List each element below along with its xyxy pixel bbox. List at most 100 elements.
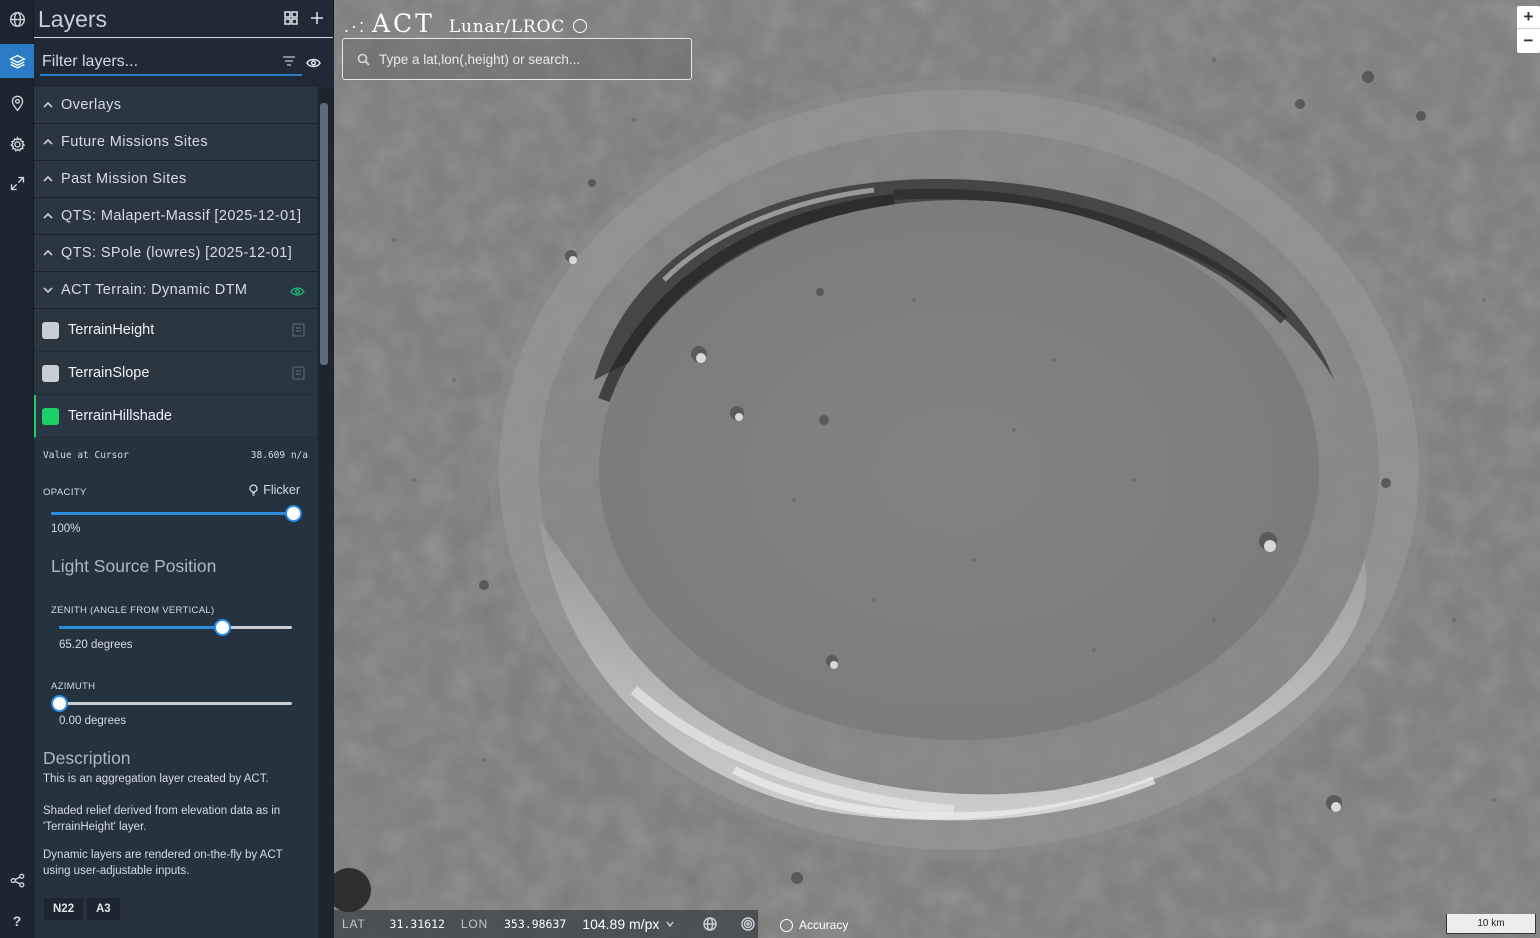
zenith-slider-fill	[59, 626, 223, 629]
app-brand: .·: ACT Lunar/LROC	[344, 9, 588, 38]
layers-panel: Layers Overlays	[34, 0, 334, 938]
layer-group-overlays[interactable]: Overlays	[34, 87, 317, 124]
value-at-cursor-label: Value at Cursor	[43, 450, 129, 461]
lat-value: 31.31612	[389, 917, 445, 931]
chevron-down-icon	[42, 284, 54, 296]
sublayer-label: TerrainHillshade	[68, 408, 172, 424]
accuracy-icon	[780, 918, 793, 932]
azimuth-slider[interactable]	[51, 695, 292, 712]
azimuth-slider-knob[interactable]	[51, 695, 68, 712]
zoom-out-button[interactable]: −	[1517, 29, 1540, 52]
target-icon[interactable]	[741, 917, 756, 931]
accuracy-label: Accuracy	[799, 918, 849, 932]
zoom-control: + −	[1517, 6, 1540, 53]
add-icon[interactable]	[309, 10, 325, 26]
map-view[interactable]: .·: ACT Lunar/LROC + − LAT 31.31612 LON …	[334, 0, 1540, 938]
lon-value: 353.98637	[504, 917, 567, 931]
layer-group-label: Overlays	[61, 97, 122, 113]
layer-group-label: Past Mission Sites	[61, 171, 187, 187]
filter-row	[34, 39, 334, 87]
search-icon	[357, 53, 370, 66]
expand-icon[interactable]	[0, 166, 34, 200]
flicker-label: Flicker	[263, 483, 300, 497]
panel-title: Layers	[38, 6, 108, 32]
lightbulb-icon	[249, 484, 258, 496]
gear-icon[interactable]	[0, 127, 34, 161]
layers-icon[interactable]	[0, 44, 34, 78]
layer-group-label: ACT Terrain: Dynamic DTM	[61, 282, 248, 298]
chevron-up-icon	[42, 99, 54, 111]
light-source-title: Light Source Position	[51, 556, 217, 576]
layer-group-future-missions[interactable]: Future Missions Sites	[34, 124, 317, 161]
map-scale-value[interactable]: 104.89 m/px	[582, 916, 659, 932]
accuracy-toggle[interactable]: Accuracy	[780, 918, 848, 932]
location-search-input[interactable]	[379, 49, 679, 69]
chevron-up-icon	[42, 136, 54, 148]
lon-label: LON	[460, 917, 488, 931]
tag-badge: N22	[44, 898, 84, 920]
mission-name[interactable]: Lunar/LROC	[449, 17, 565, 37]
filter-icon[interactable]	[282, 54, 296, 68]
layer-info-icon[interactable]	[292, 323, 305, 337]
layer-settings: Value at Cursor 38.609 n/a OPACITY Flick…	[34, 438, 317, 938]
layer-group-qts-malapert[interactable]: QTS: Malapert-Massif [2025-12-01]	[34, 198, 317, 235]
opacity-slider[interactable]	[51, 505, 302, 522]
location-search[interactable]	[342, 38, 692, 80]
description-title: Description	[43, 748, 131, 768]
coordinate-bar: LAT 31.31612 LON 353.98637 104.89 m/px	[334, 910, 758, 938]
zenith-slider-knob[interactable]	[214, 619, 232, 636]
layer-info-icon[interactable]	[292, 366, 305, 380]
zenith-slider[interactable]	[59, 619, 292, 636]
scrollbar-thumb[interactable]	[320, 103, 328, 365]
layer-checkbox[interactable]	[42, 407, 59, 425]
zenith-value: 65.20 degrees	[59, 639, 133, 651]
layer-checkbox[interactable]	[42, 364, 59, 382]
help-icon[interactable]: ?	[0, 904, 34, 938]
brand-logo-dots: .·:	[344, 16, 366, 36]
zoom-in-button[interactable]: +	[1517, 6, 1540, 29]
opacity-value: 100%	[51, 523, 81, 535]
layer-checkbox[interactable]	[42, 321, 59, 339]
layer-list: Overlays Future Missions Sites Past Miss…	[34, 87, 317, 938]
scale-bar: 10 km	[1446, 914, 1536, 934]
location-pin-icon[interactable]	[0, 86, 34, 120]
mission-info-icon[interactable]	[573, 19, 588, 33]
description-text: Dynamic layers are rendered on-the-fly b…	[43, 849, 283, 877]
sublayer-label: TerrainHeight	[68, 322, 155, 338]
sublayer-terrain-hillshade[interactable]: TerrainHillshade	[34, 395, 317, 438]
sublayer-terrain-height[interactable]: TerrainHeight	[34, 309, 317, 352]
globe-icon[interactable]	[0, 2, 34, 36]
opacity-slider-knob[interactable]	[285, 505, 302, 522]
lat-label: LAT	[342, 917, 366, 931]
grid-icon[interactable]	[283, 10, 299, 26]
chevron-up-icon	[42, 247, 54, 259]
layer-group-label: QTS: Malapert-Massif [2025-12-01]	[61, 208, 302, 224]
sublayer-terrain-slope[interactable]: TerrainSlope	[34, 352, 317, 395]
visible-eye-icon[interactable]	[290, 285, 305, 296]
layer-group-label: QTS: SPole (lowres) [2025-12-01]	[61, 245, 293, 261]
panel-header: Layers	[34, 0, 333, 38]
globe-icon[interactable]	[703, 917, 718, 931]
azimuth-value: 0.00 degrees	[59, 715, 127, 727]
description-text: This is an aggregation layer created by …	[43, 773, 269, 785]
zenith-label: ZENITH (ANGLE FROM VERTICAL)	[51, 605, 215, 616]
chevron-up-icon	[42, 210, 54, 222]
sublayer-label: TerrainSlope	[68, 365, 150, 381]
description-text: Shaded relief derived from elevation dat…	[43, 805, 281, 833]
azimuth-label: AZIMUTH	[51, 681, 96, 692]
layer-group-act-terrain[interactable]: ACT Terrain: Dynamic DTM	[34, 272, 317, 309]
share-icon[interactable]	[0, 863, 34, 897]
app-root: ? Layers Overlays	[0, 0, 1540, 938]
filter-layers-input[interactable]	[40, 50, 302, 76]
layer-group-qts-spole[interactable]: QTS: SPole (lowres) [2025-12-01]	[34, 235, 317, 272]
eye-icon[interactable]	[306, 56, 321, 68]
chevron-down-icon[interactable]	[665, 919, 675, 929]
opacity-label: OPACITY	[43, 487, 87, 498]
flicker-button[interactable]: Flicker	[248, 483, 300, 497]
layer-group-label: Future Missions Sites	[61, 134, 208, 150]
layer-group-past-missions[interactable]: Past Mission Sites	[34, 161, 317, 198]
opacity-slider-fill	[51, 512, 293, 515]
brand-name: ACT	[372, 9, 435, 38]
icon-rail: ?	[0, 0, 34, 938]
chevron-up-icon	[42, 173, 54, 185]
